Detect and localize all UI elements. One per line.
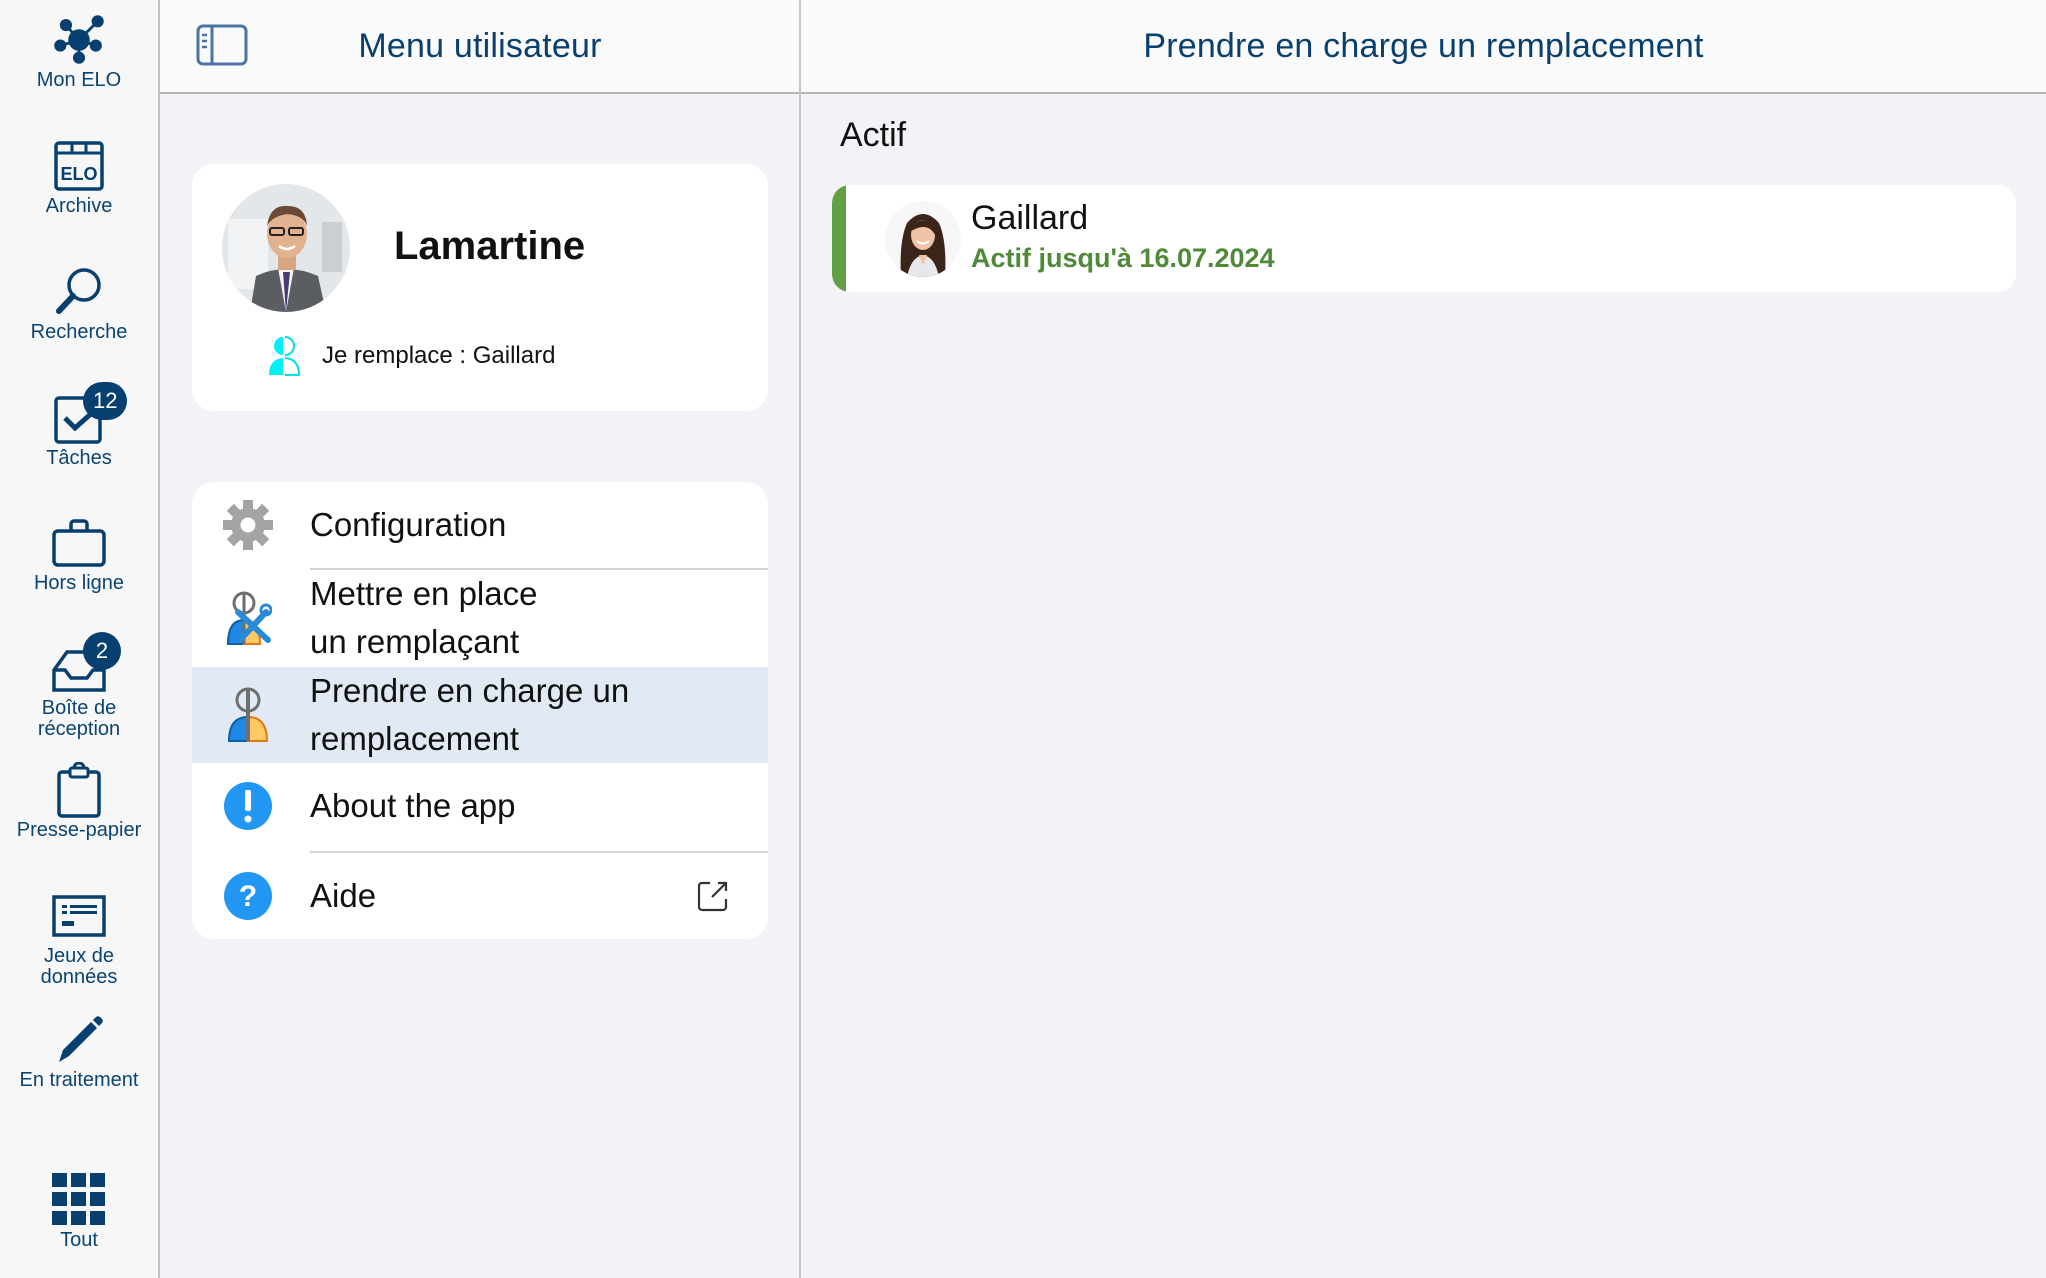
sidebar-item-hors-ligne[interactable]: Hors ligne: [0, 515, 158, 594]
replacing-info: Je remplace : Gaillard: [268, 336, 555, 376]
detail-title: Prendre en charge un remplacement: [1143, 26, 1704, 65]
network-hub-icon: [51, 12, 107, 68]
substitute-name: Gaillard: [971, 199, 1089, 237]
substitute-person-icon: [269, 336, 300, 376]
page-title: Menu utilisateur: [358, 26, 602, 65]
sidebar-item-label: Archive: [45, 195, 113, 217]
detail-header: Prendre en charge un remplacement: [801, 0, 2046, 94]
sidebar-item-label: Recherche: [30, 321, 128, 343]
user-menu-list: Configuration Mettre en place un remplaça…: [192, 482, 768, 939]
sidebar-item-tout[interactable]: Tout: [0, 1172, 158, 1251]
grid-apps-icon: [51, 1172, 107, 1228]
sidebar-item-boite-reception[interactable]: 2 Boîte de réception: [0, 632, 158, 740]
sidebar: Mon ELO ELO Archive Recherche 12 Tâches: [0, 0, 160, 1278]
menu-item-configuration[interactable]: Configuration: [192, 482, 768, 568]
menu-item-take-over-substitution[interactable]: Prendre en charge un remplacement: [192, 667, 768, 763]
sidebar-item-recherche[interactable]: Recherche: [0, 264, 158, 343]
menu-item-label: Aide: [310, 877, 377, 914]
menu-item-label: Prendre en charge un remplacement: [310, 672, 630, 757]
profile-name: Lamartine: [394, 224, 586, 268]
panel-divider: [799, 0, 801, 1278]
sidebar-item-mon-elo[interactable]: Mon ELO: [0, 12, 158, 91]
info-exclamation-icon: [220, 778, 276, 834]
menu-item-label: About the app: [310, 787, 516, 824]
app-window: Mon ELO ELO Archive Recherche 12 Tâches: [0, 0, 2046, 1278]
clipboard-icon: [51, 762, 107, 818]
sidebar-item-taches[interactable]: 12 Tâches: [0, 382, 158, 469]
substitute-status: Actif jusqu'à 16.07.2024: [971, 243, 1275, 273]
help-question-icon: ?: [220, 868, 276, 924]
user-menu-header: Menu utilisateur: [160, 0, 800, 94]
menu-item-aide[interactable]: ? Aide: [192, 853, 768, 939]
profile-card: Lamartine Je remplace : Gaillard: [192, 164, 768, 411]
sidebar-item-label: Tâches: [46, 447, 112, 469]
external-link-icon: [697, 881, 728, 912]
sidebar-panel-icon: [196, 24, 248, 66]
substitution-list-item[interactable]: Gaillard Actif jusqu'à 16.07.2024: [832, 185, 2016, 292]
menu-item-label: Configuration: [310, 506, 507, 543]
sidebar-toggle-button[interactable]: [196, 24, 248, 66]
section-label-active: Actif: [840, 116, 907, 154]
sidebar-item-label: En traitement: [19, 1069, 139, 1091]
sidebar-item-label: Jeux de données: [40, 945, 118, 988]
user-avatar[interactable]: [222, 184, 350, 312]
inbox-count-badge: 2: [83, 632, 121, 670]
substitute-takeover-icon: [220, 687, 276, 743]
pencil-icon: [51, 1012, 107, 1068]
task-check-icon: 12: [51, 382, 128, 446]
sidebar-item-en-traitement[interactable]: En traitement: [0, 1012, 158, 1091]
svg-text:ELO: ELO: [60, 164, 97, 184]
sidebar-item-archive[interactable]: ELO Archive: [0, 138, 158, 217]
menu-item-label: Mettre en place un remplaçant: [310, 575, 538, 660]
substitute-avatar: [885, 201, 961, 277]
sidebar-item-label: Presse-papier: [16, 819, 142, 841]
sidebar-item-presse-papier[interactable]: Presse-papier: [0, 762, 158, 841]
sidebar-item-label: Hors ligne: [33, 572, 125, 594]
sidebar-item-label: Tout: [60, 1229, 98, 1251]
substitute-setup-icon: [220, 590, 276, 646]
elo-archive-icon: ELO: [51, 138, 107, 194]
search-icon: [51, 264, 107, 320]
inbox-icon: 2: [51, 632, 121, 696]
menu-item-setup-substitute[interactable]: Mettre en place un remplaçant: [192, 570, 768, 667]
replacing-text: Je remplace : Gaillard: [322, 342, 556, 369]
svg-text:?: ?: [239, 880, 257, 913]
briefcase-icon: [51, 515, 107, 571]
gear-icon: [220, 497, 276, 553]
sidebar-item-label: Mon ELO: [36, 69, 122, 91]
dataset-form-icon: [51, 888, 107, 944]
sidebar-item-jeux-donnees[interactable]: Jeux de données: [0, 888, 158, 988]
active-status-bar: [832, 185, 846, 292]
sidebar-item-label: Boîte de réception: [37, 697, 121, 740]
tasks-count-badge: 12: [83, 382, 128, 420]
menu-item-about[interactable]: About the app: [192, 763, 768, 849]
